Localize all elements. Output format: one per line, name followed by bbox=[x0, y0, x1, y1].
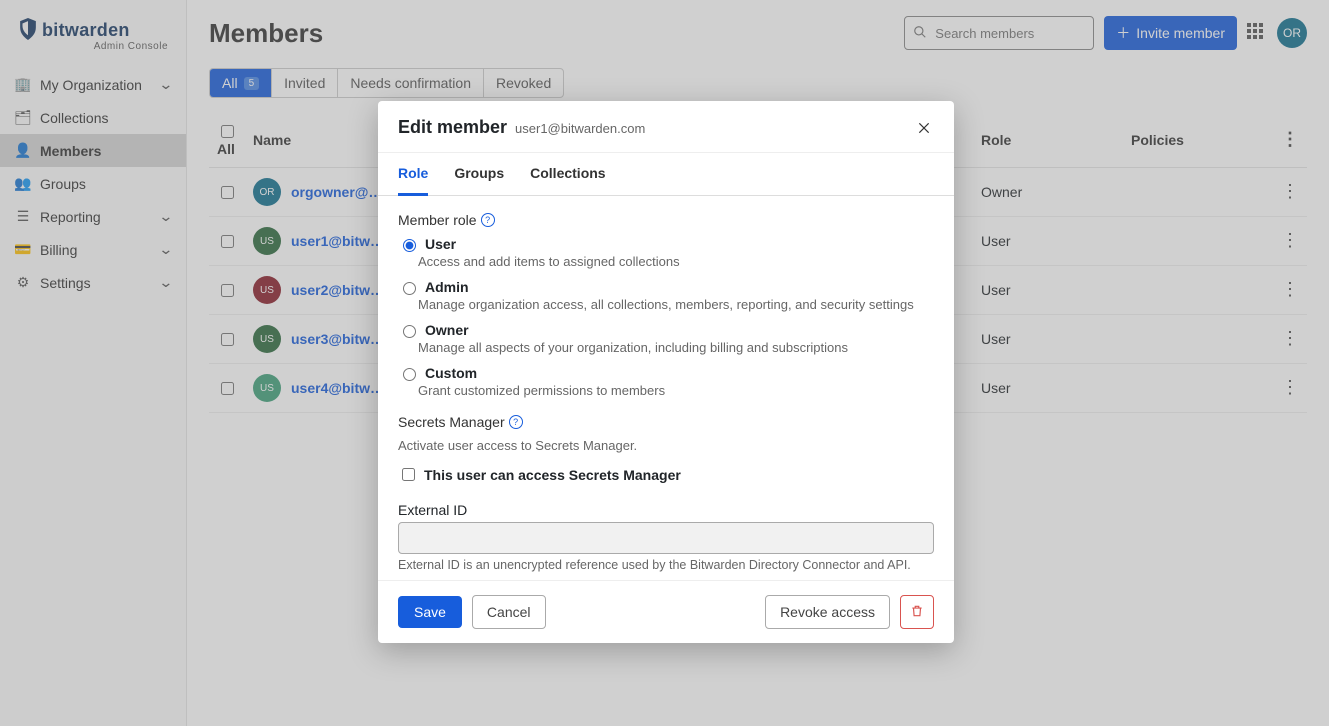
edit-member-dialog: Edit member user1@bitwarden.com Role Gro… bbox=[378, 101, 954, 643]
role-desc: Access and add items to assigned collect… bbox=[418, 254, 934, 269]
trash-icon bbox=[910, 604, 924, 621]
role-radio-user[interactable] bbox=[403, 239, 416, 252]
dialog-tab-collections[interactable]: Collections bbox=[530, 153, 605, 195]
secrets-manager-checkbox-row[interactable]: This user can access Secrets Manager bbox=[398, 465, 934, 484]
secrets-manager-checkbox-label: This user can access Secrets Manager bbox=[424, 467, 681, 483]
role-option-owner[interactable]: Owner bbox=[398, 322, 934, 338]
secrets-manager-heading: Secrets Manager bbox=[398, 414, 505, 430]
close-icon[interactable] bbox=[914, 118, 934, 138]
role-label: Custom bbox=[425, 365, 477, 381]
role-desc: Grant customized permissions to members bbox=[418, 383, 934, 398]
role-radio-owner[interactable] bbox=[403, 325, 416, 338]
role-desc: Manage all aspects of your organization,… bbox=[418, 340, 934, 355]
role-label: Admin bbox=[425, 279, 469, 295]
delete-button[interactable] bbox=[900, 595, 934, 629]
dialog-title: Edit member bbox=[398, 117, 507, 138]
help-icon[interactable]: ? bbox=[509, 415, 523, 429]
role-desc: Manage organization access, all collecti… bbox=[418, 297, 934, 312]
role-label: Owner bbox=[425, 322, 469, 338]
save-button[interactable]: Save bbox=[398, 596, 462, 628]
dialog-subtitle: user1@bitwarden.com bbox=[515, 121, 645, 136]
role-radio-custom[interactable] bbox=[403, 368, 416, 381]
external-id-label: External ID bbox=[398, 502, 934, 518]
dialog-tab-role[interactable]: Role bbox=[398, 153, 428, 196]
dialog-tabs: Role Groups Collections bbox=[378, 153, 954, 196]
role-option-custom[interactable]: Custom bbox=[398, 365, 934, 381]
role-label: User bbox=[425, 236, 456, 252]
external-id-hint: External ID is an unencrypted reference … bbox=[398, 558, 934, 572]
help-icon[interactable]: ? bbox=[481, 213, 495, 227]
role-option-admin[interactable]: Admin bbox=[398, 279, 934, 295]
dialog-tab-groups[interactable]: Groups bbox=[454, 153, 504, 195]
revoke-access-button[interactable]: Revoke access bbox=[765, 595, 890, 629]
role-radio-admin[interactable] bbox=[403, 282, 416, 295]
external-id-input[interactable] bbox=[398, 522, 934, 554]
secrets-manager-desc: Activate user access to Secrets Manager. bbox=[398, 438, 934, 453]
cancel-button[interactable]: Cancel bbox=[472, 595, 546, 629]
member-role-heading: Member role bbox=[398, 212, 477, 228]
role-option-user[interactable]: User bbox=[398, 236, 934, 252]
secrets-manager-checkbox[interactable] bbox=[402, 468, 415, 481]
